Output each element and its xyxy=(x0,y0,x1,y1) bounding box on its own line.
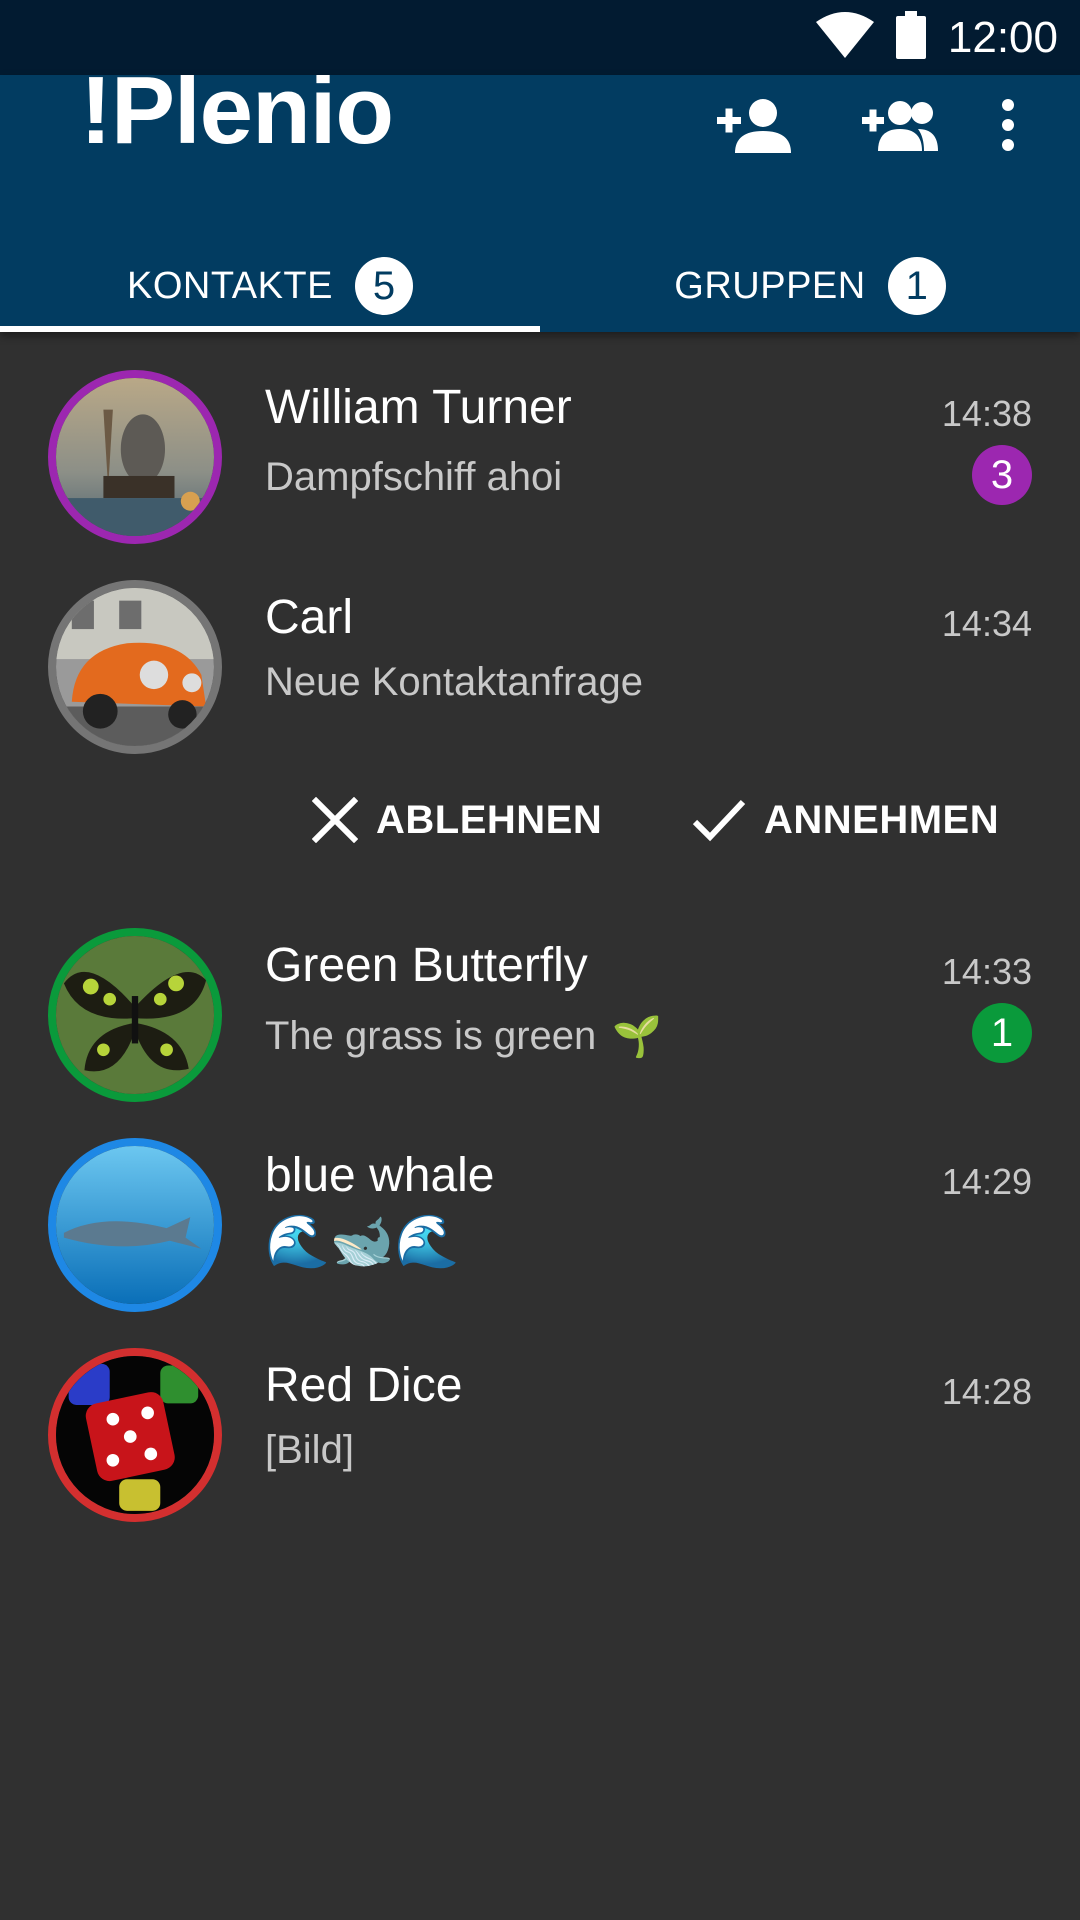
contact-row-blue-whale[interactable]: blue whale 14:29 🌊🐋🌊 xyxy=(0,1103,1080,1313)
message-preview: The grass is green 🌱 xyxy=(265,1014,663,1059)
unread-badge: 1 xyxy=(972,1003,1032,1063)
message-time: 14:33 xyxy=(941,951,1032,992)
message-preview: Neue Kontaktanfrage xyxy=(265,660,644,704)
more-options-button[interactable] xyxy=(958,75,1058,175)
seedling-emoji: 🌱 xyxy=(612,1015,663,1059)
contact-row-william-turner[interactable]: William Turner 14:38 Dampfschiff ahoi 3 xyxy=(0,335,1080,545)
contact-name: Red Dice xyxy=(265,1359,463,1412)
close-icon xyxy=(312,797,358,843)
app-title: !Plenio xyxy=(80,75,394,164)
avatar xyxy=(48,1348,222,1522)
tab-groups-label: GRUPPEN xyxy=(674,264,866,307)
avatar xyxy=(48,928,222,1102)
tab-indicator xyxy=(0,326,540,332)
add-contact-button[interactable] xyxy=(705,75,805,175)
more-vert-icon xyxy=(1002,99,1014,151)
contact-row-carl[interactable]: Carl 14:34 Neue Kontaktanfrage xyxy=(0,545,1080,755)
contact-name: blue whale xyxy=(265,1149,495,1202)
battery-icon xyxy=(895,11,926,64)
message-time: 14:38 xyxy=(941,393,1032,434)
contact-name: Green Butterfly xyxy=(265,939,588,992)
contact-row-red-dice[interactable]: Red Dice 14:28 [Bild] xyxy=(0,1313,1080,1523)
contact-row-green-butterfly[interactable]: Green Butterfly 14:33 The grass is green… xyxy=(0,893,1080,1103)
contact-name: William Turner xyxy=(265,381,572,434)
contact-request-actions: ABLEHNEN ANNEHMEN xyxy=(0,770,1080,870)
decline-button[interactable]: ABLEHNEN xyxy=(312,770,602,870)
message-preview: 🌊🐋🌊 xyxy=(265,1211,459,1272)
avatar xyxy=(48,1138,222,1312)
tab-contacts-count: 5 xyxy=(355,257,413,315)
accept-label: ANNEHMEN xyxy=(764,797,1000,842)
wifi-icon xyxy=(815,12,874,63)
add-group-button[interactable] xyxy=(850,75,950,175)
avatar xyxy=(48,370,222,544)
app-bar: !Plenio KONTAKTE 5 GRUPPEN 1 xyxy=(0,75,1080,332)
avatar xyxy=(48,580,222,754)
contact-name: Carl xyxy=(265,591,354,644)
message-preview: Dampfschiff ahoi xyxy=(265,455,563,499)
wave-whale-emoji: 🌊🐋🌊 xyxy=(265,1213,460,1271)
decline-label: ABLEHNEN xyxy=(376,797,603,842)
add-contact-icon xyxy=(717,99,791,153)
status-bar: 12:00 xyxy=(0,0,1080,75)
tab-groups[interactable]: GRUPPEN 1 xyxy=(540,240,1080,332)
accept-button[interactable]: ANNEHMEN xyxy=(692,770,999,870)
message-preview: [Bild] xyxy=(265,1428,354,1472)
message-time: 14:29 xyxy=(941,1161,1032,1202)
add-group-icon xyxy=(862,101,938,151)
tab-contacts-label: KONTAKTE xyxy=(127,264,333,307)
tab-contacts[interactable]: KONTAKTE 5 xyxy=(0,240,540,332)
unread-badge: 3 xyxy=(972,445,1032,505)
message-time: 14:28 xyxy=(941,1371,1032,1412)
tab-groups-count: 1 xyxy=(887,257,946,315)
check-icon xyxy=(692,799,746,842)
message-time: 14:34 xyxy=(941,603,1032,644)
status-time: 12:00 xyxy=(947,12,1058,62)
